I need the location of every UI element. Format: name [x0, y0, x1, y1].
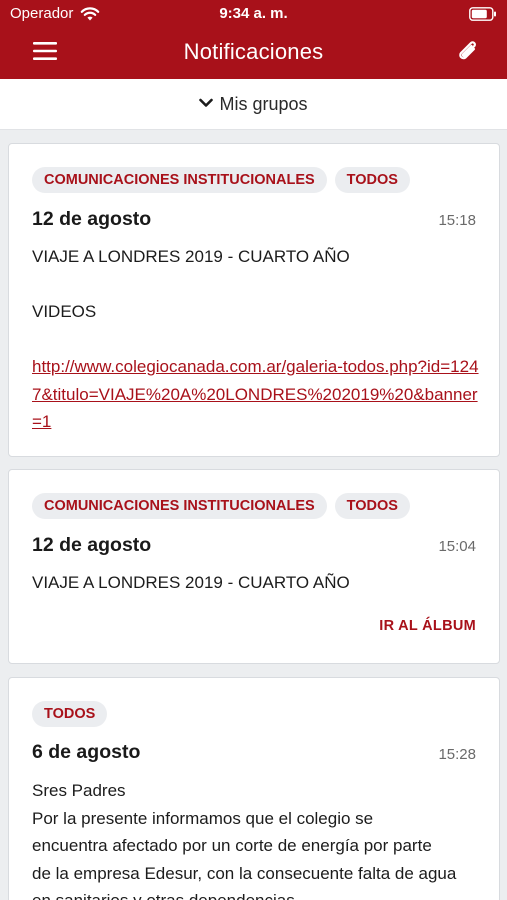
tag-badge[interactable]: TODOS	[334, 493, 410, 519]
groups-label: Mis grupos	[219, 94, 308, 114]
tag-list: TODOS	[32, 701, 108, 727]
paperclip-icon[interactable]	[453, 37, 483, 67]
status-time: 9:34 a. m.	[219, 5, 288, 22]
notification-time: 15:18	[438, 212, 476, 229]
page-title: Notificaciones	[183, 39, 324, 64]
tag-badge[interactable]: TODOS	[32, 701, 108, 727]
notification-time: 15:04	[438, 538, 476, 555]
groups-toggle[interactable]: Mis grupos	[0, 94, 507, 115]
notification-date: 12 de agosto	[32, 534, 152, 556]
tag-list: COMUNICACIONES INSTITUCIONALES TODOS	[32, 167, 410, 193]
status-bar: Operador 9:34 a. m.	[0, 0, 507, 28]
notification-card[interactable]: TODOS 6 de agosto 15:28 Sres Padres Por …	[8, 677, 500, 900]
notification-body-line: encuentra afectado por un corte de energ…	[32, 836, 432, 855]
notification-title: VIAJE A LONDRES 2019 - CUARTO AÑO	[32, 247, 350, 266]
notification-body-line: en sanitarios y otras dependencias.	[32, 887, 482, 900]
navigation-bar: Notificaciones	[0, 28, 507, 79]
notification-body-line: Sres Padres	[32, 781, 126, 800]
chevron-down-icon	[199, 98, 214, 107]
notification-body: Sres Padres Por la presente informamos q…	[32, 777, 482, 900]
notification-time: 15:28	[438, 746, 476, 763]
tag-badge[interactable]: COMUNICACIONES INSTITUCIONALES	[32, 493, 327, 519]
groups-selector[interactable]: Mis grupos	[0, 79, 507, 130]
go-to-album-button[interactable]: IR AL ÁLBUM	[379, 618, 476, 634]
notification-body: VIDEOS	[32, 302, 97, 321]
notification-body-line: Por la presente informamos que el colegi…	[32, 808, 374, 828]
app-header: Operador 9:34 a. m. Notificaciones	[0, 0, 507, 79]
notification-link[interactable]: http://www.colegiocanada.com.ar/galeria-…	[32, 353, 482, 436]
notification-date: 6 de agosto	[32, 741, 141, 763]
notification-card[interactable]: COMUNICACIONES INSTITUCIONALES TODOS 12 …	[8, 469, 500, 664]
notification-date: 12 de agosto	[32, 208, 152, 230]
notification-card[interactable]: COMUNICACIONES INSTITUCIONALES TODOS 12 …	[8, 143, 500, 457]
tag-badge[interactable]: COMUNICACIONES INSTITUCIONALES	[32, 167, 327, 193]
tag-badge[interactable]: TODOS	[334, 167, 410, 193]
notification-body-line: de la empresa Edesur, con la consecuente…	[32, 863, 457, 883]
battery-icon	[469, 7, 496, 21]
notification-title: VIAJE A LONDRES 2019 - CUARTO AÑO	[32, 573, 350, 592]
tag-list: COMUNICACIONES INSTITUCIONALES TODOS	[32, 493, 410, 519]
